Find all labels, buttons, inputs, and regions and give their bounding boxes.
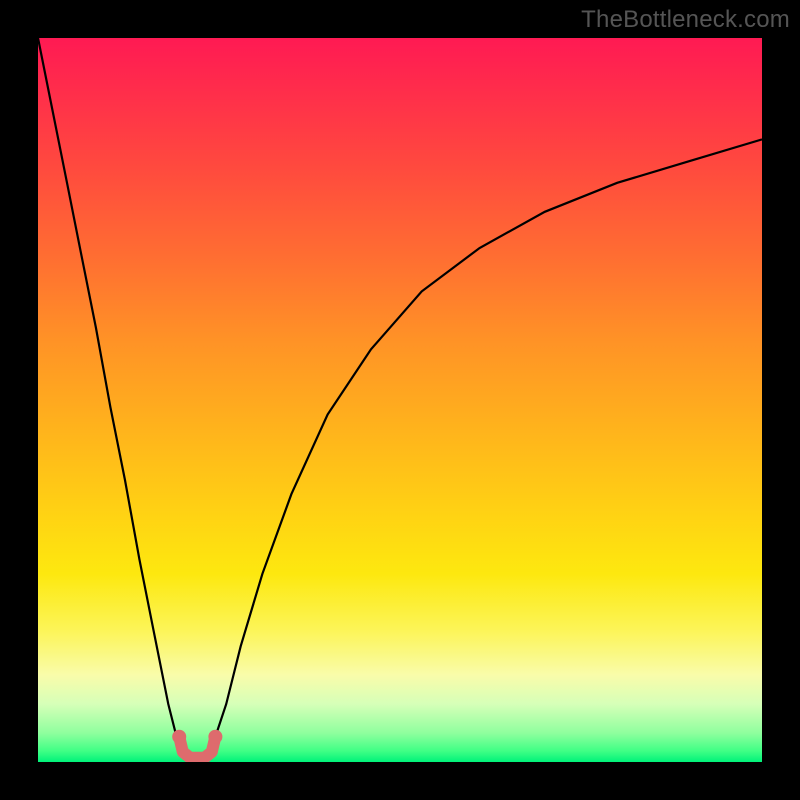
curve-right-branch bbox=[205, 139, 763, 757]
watermark-text: TheBottleneck.com bbox=[581, 6, 790, 34]
curve-left-branch bbox=[38, 38, 190, 758]
minimum-marker-end-right bbox=[208, 730, 222, 744]
plot-area bbox=[38, 38, 762, 762]
minimum-marker-end-left bbox=[172, 730, 186, 744]
curve-layer bbox=[38, 38, 762, 762]
chart-frame: TheBottleneck.com bbox=[0, 0, 800, 800]
